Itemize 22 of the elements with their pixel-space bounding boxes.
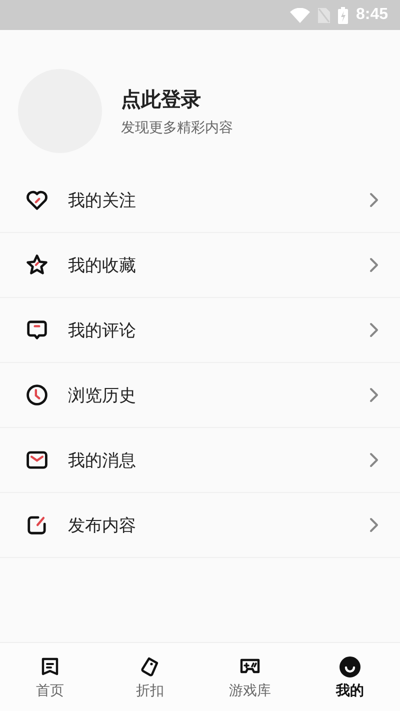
smiley-icon xyxy=(338,654,362,678)
menu-item[interactable]: 发布内容 xyxy=(0,493,400,558)
battery-charging-icon xyxy=(338,6,348,24)
chevron-right-icon xyxy=(368,386,380,404)
menu-item[interactable]: 我的收藏 xyxy=(0,233,400,298)
menu-item[interactable]: 浏览历史 xyxy=(0,363,400,428)
profile-subtitle: 发现更多精彩内容 xyxy=(121,118,233,136)
menu-item[interactable]: 我的消息 xyxy=(0,428,400,493)
wifi-icon xyxy=(290,8,310,22)
menu-item[interactable]: 我的关注 xyxy=(0,168,400,233)
chevron-right-icon xyxy=(368,516,380,534)
tab[interactable]: 首页 xyxy=(0,643,100,711)
chevron-right-icon xyxy=(368,256,380,274)
chevron-right-icon xyxy=(368,451,380,469)
tab[interactable]: 我的 xyxy=(300,643,400,711)
tab[interactable]: 游戏库 xyxy=(200,643,300,711)
login-prompt[interactable]: 点此登录 xyxy=(121,86,233,112)
menu-item[interactable]: 我的评论 xyxy=(0,298,400,363)
chevron-right-icon xyxy=(368,321,380,339)
clock-icon xyxy=(24,382,50,408)
tab[interactable]: 折扣 xyxy=(100,643,200,711)
chevron-right-icon xyxy=(368,191,380,209)
